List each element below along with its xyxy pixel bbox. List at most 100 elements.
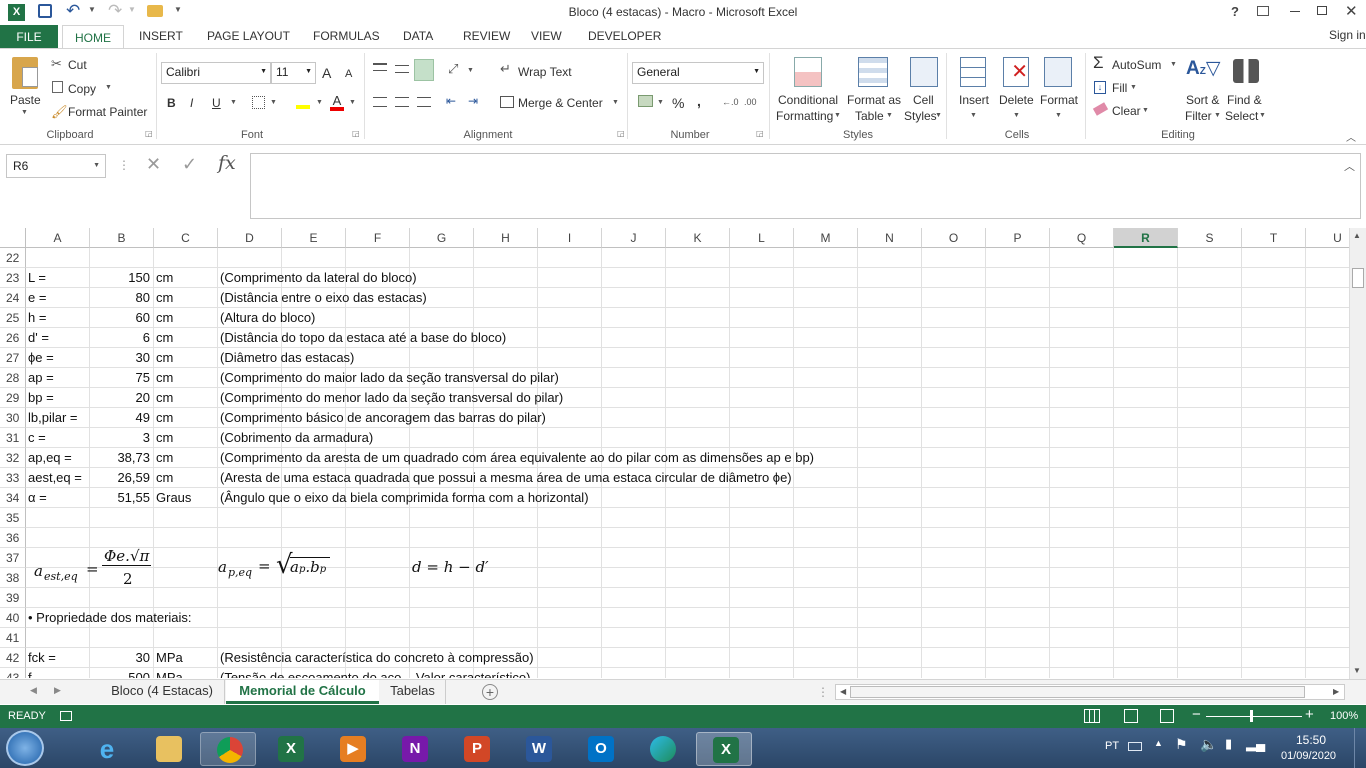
cell-unit[interactable]: cm xyxy=(156,388,216,408)
tab-insert[interactable]: INSERT xyxy=(139,29,183,43)
select-all-corner[interactable] xyxy=(0,228,26,248)
row-header-28[interactable]: 28 xyxy=(0,368,26,388)
row-header-36[interactable]: 36 xyxy=(0,528,26,548)
orientation-dropdown-icon[interactable]: ▼ xyxy=(467,67,474,74)
cell-description[interactable]: (Ângulo que o eixo da biela comprimida f… xyxy=(220,488,589,508)
row-header-39[interactable]: 39 xyxy=(0,588,26,608)
insert-cells-button[interactable]: Insert xyxy=(959,93,989,107)
network-icon[interactable]: ▂▄ xyxy=(1246,736,1265,752)
cell-label[interactable]: e = xyxy=(28,288,88,308)
shrink-font-button[interactable]: A xyxy=(345,68,352,80)
increase-indent-icon[interactable]: ⇥ xyxy=(468,94,478,108)
ribbon-display-icon[interactable] xyxy=(1257,6,1269,16)
column-header-q[interactable]: Q xyxy=(1050,228,1114,248)
taskbar-onenote[interactable]: N xyxy=(386,732,442,766)
cell-value[interactable]: 6 xyxy=(90,328,150,348)
underline-dropdown-icon[interactable]: ▼ xyxy=(230,99,237,106)
column-header-m[interactable]: M xyxy=(794,228,858,248)
taskbar-excel-2[interactable]: X xyxy=(696,732,752,766)
format-painter-button[interactable]: Format Painter xyxy=(68,105,147,119)
cell-label[interactable]: ϕe = xyxy=(28,348,88,368)
align-bottom-icon[interactable] xyxy=(414,59,434,81)
column-header-i[interactable]: I xyxy=(538,228,602,248)
prev-sheet-icon[interactable]: ◀ xyxy=(30,685,37,696)
cell-label[interactable]: fck = xyxy=(28,648,88,668)
column-header-d[interactable]: D xyxy=(218,228,282,248)
cell-label[interactable]: lb,pilar = xyxy=(28,408,88,428)
comma-button[interactable]: , xyxy=(697,93,701,109)
clear-dropdown-icon[interactable]: ▼ xyxy=(1142,107,1149,114)
cell-description[interactable]: (Resistência característica do concreto … xyxy=(220,648,534,668)
cell-unit[interactable]: cm xyxy=(156,308,216,328)
sheet-tab-tabelas[interactable]: Tabelas xyxy=(380,680,446,704)
row-header-33[interactable]: 33 xyxy=(0,468,26,488)
confirm-entry-icon[interactable]: ✓ xyxy=(182,154,197,175)
tab-review[interactable]: REVIEW xyxy=(463,29,510,43)
zoom-slider-thumb[interactable] xyxy=(1250,710,1253,722)
sort-filter-button[interactable]: Sort & xyxy=(1186,93,1219,107)
add-sheet-icon[interactable]: + xyxy=(482,684,498,700)
cell-value[interactable]: 30 xyxy=(90,348,150,368)
copy-dropdown-icon[interactable]: ▼ xyxy=(105,84,112,91)
borders-dropdown-icon[interactable]: ▼ xyxy=(270,99,277,106)
delete-dropdown-icon[interactable]: ▼ xyxy=(1013,112,1020,119)
number-launcher-icon[interactable]: ◲ xyxy=(756,129,764,138)
tab-view[interactable]: VIEW xyxy=(531,29,562,43)
flag-icon[interactable]: ⚑ xyxy=(1175,736,1188,753)
conditional-formatting-button[interactable]: Conditional xyxy=(778,93,838,107)
decrease-decimal-icon[interactable]: .00 xyxy=(744,97,757,107)
cell-label[interactable]: L = xyxy=(28,268,88,288)
scroll-right-icon[interactable]: ▶ xyxy=(1333,687,1339,696)
column-header-k[interactable]: K xyxy=(666,228,730,248)
zoom-level[interactable]: 100% xyxy=(1330,710,1358,722)
equation-aest-eq[interactable]: a est,eq = Φe.√π 2 xyxy=(34,546,164,592)
taskbar-outlook[interactable]: O xyxy=(572,732,628,766)
clear-button[interactable]: Clear xyxy=(1112,104,1141,118)
copy-button[interactable]: Copy xyxy=(68,82,96,96)
cell-unit[interactable]: MPa xyxy=(156,668,216,678)
macro-record-icon[interactable] xyxy=(60,711,72,721)
cell-description[interactable]: (Comprimento do menor lado da seção tran… xyxy=(220,388,563,408)
row-header-42[interactable]: 42 xyxy=(0,648,26,668)
column-header-e[interactable]: E xyxy=(282,228,346,248)
worksheet-grid[interactable]: ABCDEFGHIJKLMNOPQRSTU 22 23 24 25 26 27 28 29 30… xyxy=(0,228,1350,678)
row-header-40[interactable]: 40 xyxy=(0,608,26,628)
cell-label[interactable]: h = xyxy=(28,308,88,328)
format-as-table-button[interactable]: Format as xyxy=(847,93,901,107)
align-center-icon[interactable] xyxy=(395,97,409,107)
column-header-s[interactable]: S xyxy=(1178,228,1242,248)
keyboard-icon[interactable] xyxy=(1128,742,1142,751)
column-header-f[interactable]: F xyxy=(346,228,410,248)
format-as-table-label2[interactable]: Table xyxy=(855,109,884,123)
cell-unit[interactable]: cm xyxy=(156,448,216,468)
column-header-c[interactable]: C xyxy=(154,228,218,248)
name-box[interactable]: R6 ▼ xyxy=(6,154,106,178)
cell-description[interactable]: (Tensão de escoamento do aço – Valor car… xyxy=(220,668,530,678)
orientation-icon[interactable]: ⤢ xyxy=(448,61,458,77)
fill-color-dropdown-icon[interactable]: ▼ xyxy=(316,99,323,106)
row-header-32[interactable]: 32 xyxy=(0,448,26,468)
normal-view-icon[interactable] xyxy=(1084,709,1100,723)
fill-button[interactable]: Fill xyxy=(1112,81,1127,95)
taskbar-chrome[interactable] xyxy=(200,732,256,766)
wrap-text-button[interactable]: Wrap Text xyxy=(518,65,572,79)
sheet-tab-memorial[interactable]: Memorial de Cálculo xyxy=(226,680,379,704)
align-left-icon[interactable] xyxy=(373,97,387,107)
number-format-combo[interactable]: General ▼ xyxy=(632,62,764,84)
equation-ap-eq[interactable]: a p,eq = √ ap.bp xyxy=(218,548,338,588)
row-header-24[interactable]: 24 xyxy=(0,288,26,308)
cell-description[interactable]: (Diâmetro das estacas) xyxy=(220,348,354,368)
cell-label[interactable]: c = xyxy=(28,428,88,448)
column-header-l[interactable]: L xyxy=(730,228,794,248)
row-header-41[interactable]: 41 xyxy=(0,628,26,648)
cell-value[interactable]: 80 xyxy=(90,288,150,308)
page-break-view-icon[interactable] xyxy=(1160,709,1174,723)
cell-description[interactable]: (Comprimento do maior lado da seção tran… xyxy=(220,368,559,388)
scroll-up-icon[interactable]: ▲ xyxy=(1353,231,1361,240)
alignment-launcher-icon[interactable]: ◲ xyxy=(617,129,625,138)
column-header-u[interactable]: U xyxy=(1306,228,1350,248)
format-cells-button[interactable]: Format xyxy=(1040,93,1078,107)
tray-expand-icon[interactable]: ▲ xyxy=(1154,738,1163,748)
zoom-out-icon[interactable]: − xyxy=(1192,706,1201,723)
cell-description[interactable]: (Distância entre o eixo das estacas) xyxy=(220,288,427,308)
